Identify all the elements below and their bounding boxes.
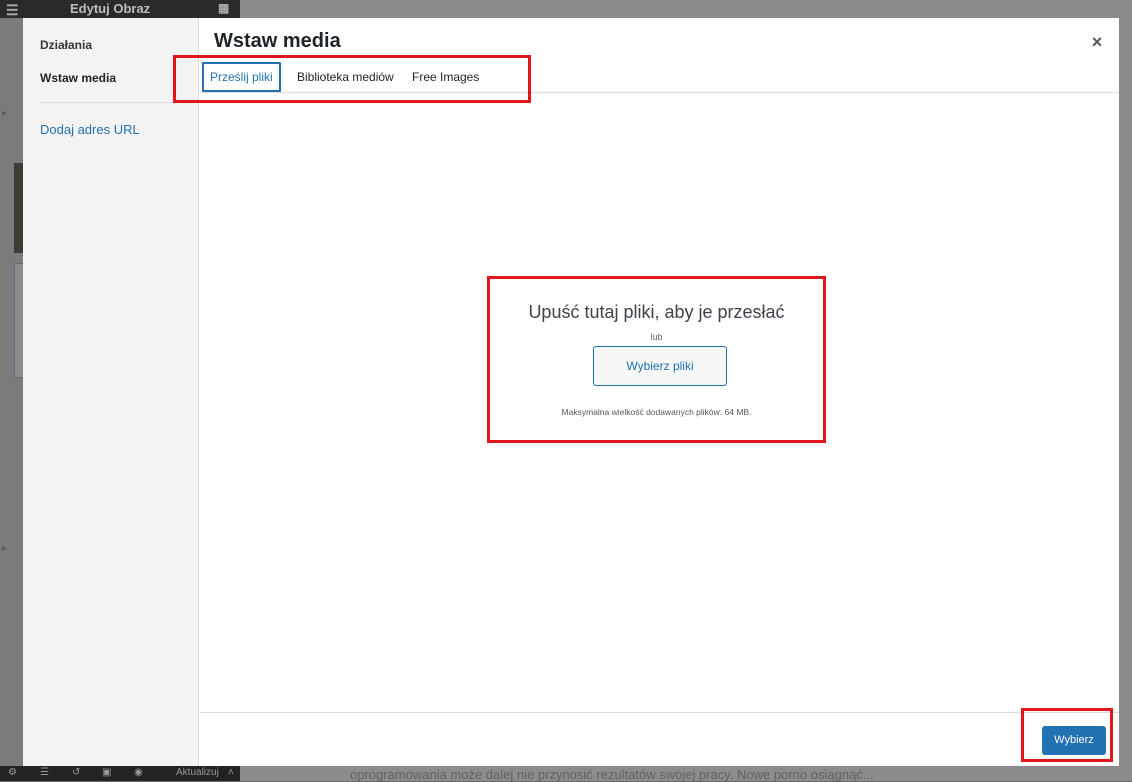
or-label: lub: [490, 332, 823, 342]
editor-topbar: ☰ Edytuj Obraz ▦: [0, 0, 240, 18]
chevron-up-icon[interactable]: ˄: [228, 767, 234, 778]
editor-title: Edytuj Obraz: [70, 1, 150, 16]
select-files-button[interactable]: Wybierz pliki: [593, 346, 727, 386]
caret-icon: ▸: [2, 543, 7, 554]
media-modal: Działania Wstaw media Dodaj adres URL Ws…: [23, 18, 1119, 766]
tab-upload-files[interactable]: Prześlij pliki: [202, 62, 281, 92]
menu-separator: [40, 102, 182, 103]
toolbar-divider: [200, 712, 1119, 713]
caret-icon: ▸: [2, 108, 7, 119]
drop-instructions: Upuść tutaj pliki, aby je przesłać: [490, 302, 823, 323]
upload-dropzone[interactable]: Upuść tutaj pliki, aby je przesłać lub W…: [490, 278, 823, 438]
layers-icon[interactable]: ☰: [40, 767, 49, 778]
modal-title: Wstaw media: [214, 30, 341, 53]
update-button[interactable]: Aktualizuj: [176, 767, 219, 778]
responsive-icon[interactable]: ▣: [102, 767, 111, 778]
history-icon[interactable]: ↺: [72, 767, 80, 778]
editor-bottombar: ⚙ ☰ ↺ ▣ ◉ Aktualizuj ˄: [0, 766, 240, 781]
settings-icon[interactable]: ⚙: [8, 767, 17, 778]
grid-icon[interactable]: ▦: [218, 1, 229, 15]
tab-free-images[interactable]: Free Images: [406, 62, 485, 92]
hamburger-icon[interactable]: ☰: [6, 2, 19, 19]
media-menu: Działania Wstaw media Dodaj adres URL: [23, 18, 199, 766]
menu-heading: Działania: [40, 38, 92, 52]
select-button[interactable]: Wybierz: [1042, 726, 1106, 755]
max-upload-size: Maksymalna wielkość dodawanych plików: 6…: [490, 407, 823, 417]
menu-item-insert-media[interactable]: Wstaw media: [40, 71, 116, 85]
tab-media-library[interactable]: Biblioteka mediów: [291, 62, 400, 92]
preview-icon[interactable]: ◉: [134, 767, 143, 778]
page-background-text: oprogramowania może dalej nie przynosić …: [350, 767, 1050, 782]
close-icon[interactable]: ×: [1086, 31, 1108, 53]
tabs-divider: [200, 92, 1119, 93]
menu-item-insert-url[interactable]: Dodaj adres URL: [40, 122, 140, 137]
